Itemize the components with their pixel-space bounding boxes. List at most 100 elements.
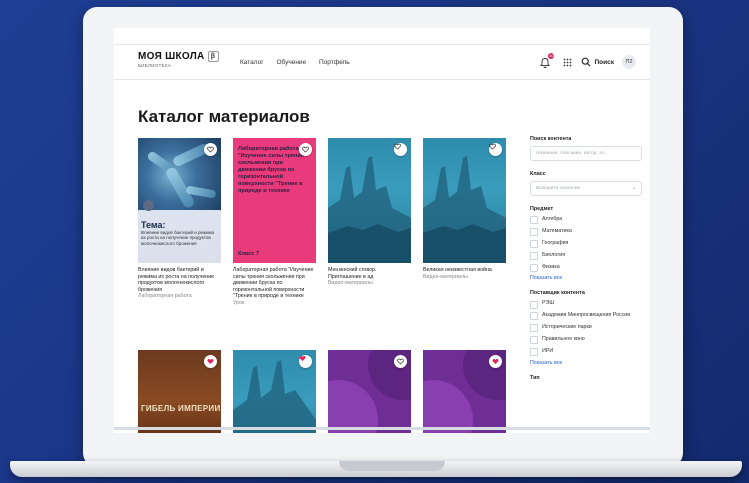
apps-grid-icon[interactable] xyxy=(563,58,572,67)
page-title: Каталог материалов xyxy=(138,107,310,126)
notification-count: 10 xyxy=(548,53,555,59)
material-card[interactable]: Лабораторная работа "Изучение силы трени… xyxy=(233,138,316,307)
search-label[interactable]: Поиск xyxy=(594,59,614,66)
heart-filled-icon xyxy=(299,356,306,362)
class-heading: Класс xyxy=(530,171,546,177)
subject-option[interactable]: География xyxy=(530,240,642,248)
filters-sidebar: Поиск контента Название, описание, автор… xyxy=(530,136,642,385)
card-cover xyxy=(328,138,411,263)
content-search-input[interactable]: Название, описание, автор, те... xyxy=(530,146,642,161)
checkbox[interactable] xyxy=(530,239,538,248)
nav-portfolio[interactable]: Портфель xyxy=(319,59,350,66)
search-icon[interactable] xyxy=(581,57,591,67)
provider-option[interactable]: ИРИ xyxy=(530,347,642,357)
material-card[interactable]: Мензенский сговор. Приглашение в ад Виде… xyxy=(328,138,411,287)
material-card[interactable]: Великая неизвестная война Видео-материал… xyxy=(423,138,506,280)
cover-class: Класс 7 xyxy=(238,251,259,257)
avatar[interactable]: П2 xyxy=(622,55,636,69)
checkbox[interactable] xyxy=(530,216,538,225)
subject-option[interactable]: Биология xyxy=(530,252,642,260)
favorite-button[interactable] xyxy=(489,355,502,368)
provider-label: РЭШ xyxy=(542,300,555,307)
card-cover xyxy=(423,350,506,433)
favorite-button[interactable] xyxy=(299,355,312,368)
heart-outline-icon xyxy=(397,358,404,365)
subject-label: Алгебра xyxy=(542,216,563,222)
notifications-button[interactable]: 10 xyxy=(539,53,555,69)
card-cover xyxy=(423,138,506,263)
class-select[interactable]: Выберите значение ⌄ xyxy=(530,181,642,196)
cover-overlay: Тема: Влияние видов бактерий и режима их… xyxy=(138,200,221,263)
nav-learning[interactable]: Обучение xyxy=(276,59,306,66)
material-card[interactable]: Тема: Влияние видов бактерий и режима их… xyxy=(138,138,221,300)
subject-label: География xyxy=(542,239,569,246)
provider-option[interactable]: Академия Минпросвещения России xyxy=(530,312,642,321)
card-title[interactable]: Мензенский сговор. Приглашение в ад xyxy=(328,267,411,280)
provider-option[interactable]: Исторические парки xyxy=(530,324,642,333)
cover-illustration xyxy=(423,156,506,263)
cover-text: Влияние видов бактерий и режима их роста… xyxy=(141,230,215,246)
cover-shape xyxy=(423,380,473,433)
favorite-button[interactable] xyxy=(394,143,407,156)
checkbox[interactable] xyxy=(530,348,538,357)
card-cover xyxy=(233,350,316,433)
favorite-button[interactable] xyxy=(204,355,217,368)
favorite-button[interactable] xyxy=(299,143,312,156)
header-actions: 10 Поиск П2 xyxy=(539,51,636,73)
checkbox[interactable] xyxy=(530,300,538,309)
provider-option[interactable]: Правильное кино xyxy=(530,336,642,345)
provider-heading: Поставщик контента xyxy=(530,290,585,297)
subject-option[interactable]: Математика xyxy=(530,228,642,237)
type-heading: Тип xyxy=(530,374,540,381)
checkbox[interactable] xyxy=(530,263,538,272)
cover-illustration xyxy=(328,156,411,263)
checkbox[interactable] xyxy=(530,336,538,345)
material-card[interactable] xyxy=(328,350,411,433)
card-title[interactable]: Великая неизвестная война xyxy=(423,267,506,274)
checkbox[interactable] xyxy=(530,251,538,260)
beta-badge: β xyxy=(207,51,219,62)
provider-label: Академия Минпросвещения России xyxy=(542,312,631,319)
card-cover: ГИБЕЛЬ ИМПЕРИИ xyxy=(138,350,221,433)
heart-filled-icon xyxy=(492,359,499,365)
subject-option[interactable]: Физика xyxy=(530,264,642,272)
card-type: Лабораторная работа xyxy=(138,293,192,300)
search-heading: Поиск контента xyxy=(530,136,572,142)
horizontal-scrollbar[interactable] xyxy=(114,427,650,430)
card-cover: Тема: Влияние видов бактерий и режима их… xyxy=(138,138,221,263)
card-type: Видео-материалы xyxy=(423,273,468,280)
heart-outline-icon xyxy=(394,143,401,150)
card-title[interactable]: Влияние видов бактерий и режима их роста… xyxy=(138,267,221,293)
favorite-button[interactable] xyxy=(394,355,407,368)
logo[interactable]: МОЯ ШКОЛА β БИБЛИОТЕКА xyxy=(138,51,219,68)
card-title[interactable]: Лабораторная работа "Изучение силы трени… xyxy=(233,267,316,300)
class-select-value: Выберите значение xyxy=(536,186,581,191)
logo-subtitle: БИБЛИОТЕКА xyxy=(138,63,172,68)
site-header: МОЯ ШКОЛА β БИБЛИОТЕКА Каталог Обучение П… xyxy=(114,44,650,80)
heart-outline-icon xyxy=(207,146,214,153)
heart-outline-icon xyxy=(302,146,309,153)
subject-option[interactable]: Алгебра xyxy=(530,216,642,225)
cover-text: ГИБЕЛЬ ИМПЕРИИ xyxy=(141,404,221,413)
checkbox[interactable] xyxy=(530,324,538,333)
provider-label: ИРИ xyxy=(542,347,554,354)
material-card[interactable] xyxy=(233,350,316,433)
favorite-button[interactable] xyxy=(489,143,502,156)
checkbox[interactable] xyxy=(530,228,538,237)
main-nav: Каталог Обучение Портфель xyxy=(240,59,361,66)
provider-option[interactable]: РЭШ xyxy=(530,300,642,309)
checkbox[interactable] xyxy=(530,312,538,321)
subject-label: Физика xyxy=(542,263,560,270)
material-card[interactable]: ГИБЕЛЬ ИМПЕРИИ xyxy=(138,350,221,433)
logo-title: МОЯ ШКОЛА β xyxy=(138,51,219,62)
browser-screen: МОЯ ШКОЛА β БИБЛИОТЕКА Каталог Обучение П… xyxy=(114,28,650,433)
material-card[interactable] xyxy=(423,350,506,433)
favorite-button[interactable] xyxy=(204,143,217,156)
show-all-providers-link[interactable]: Показать все xyxy=(530,360,642,366)
subject-heading: Предмет xyxy=(530,206,554,212)
show-all-subjects-link[interactable]: Показать все xyxy=(530,275,642,281)
card-type: Урок xyxy=(233,299,245,306)
nav-catalog[interactable]: Каталог xyxy=(240,59,264,66)
cover-heading: Тема: xyxy=(141,220,166,230)
card-cover xyxy=(328,350,411,433)
